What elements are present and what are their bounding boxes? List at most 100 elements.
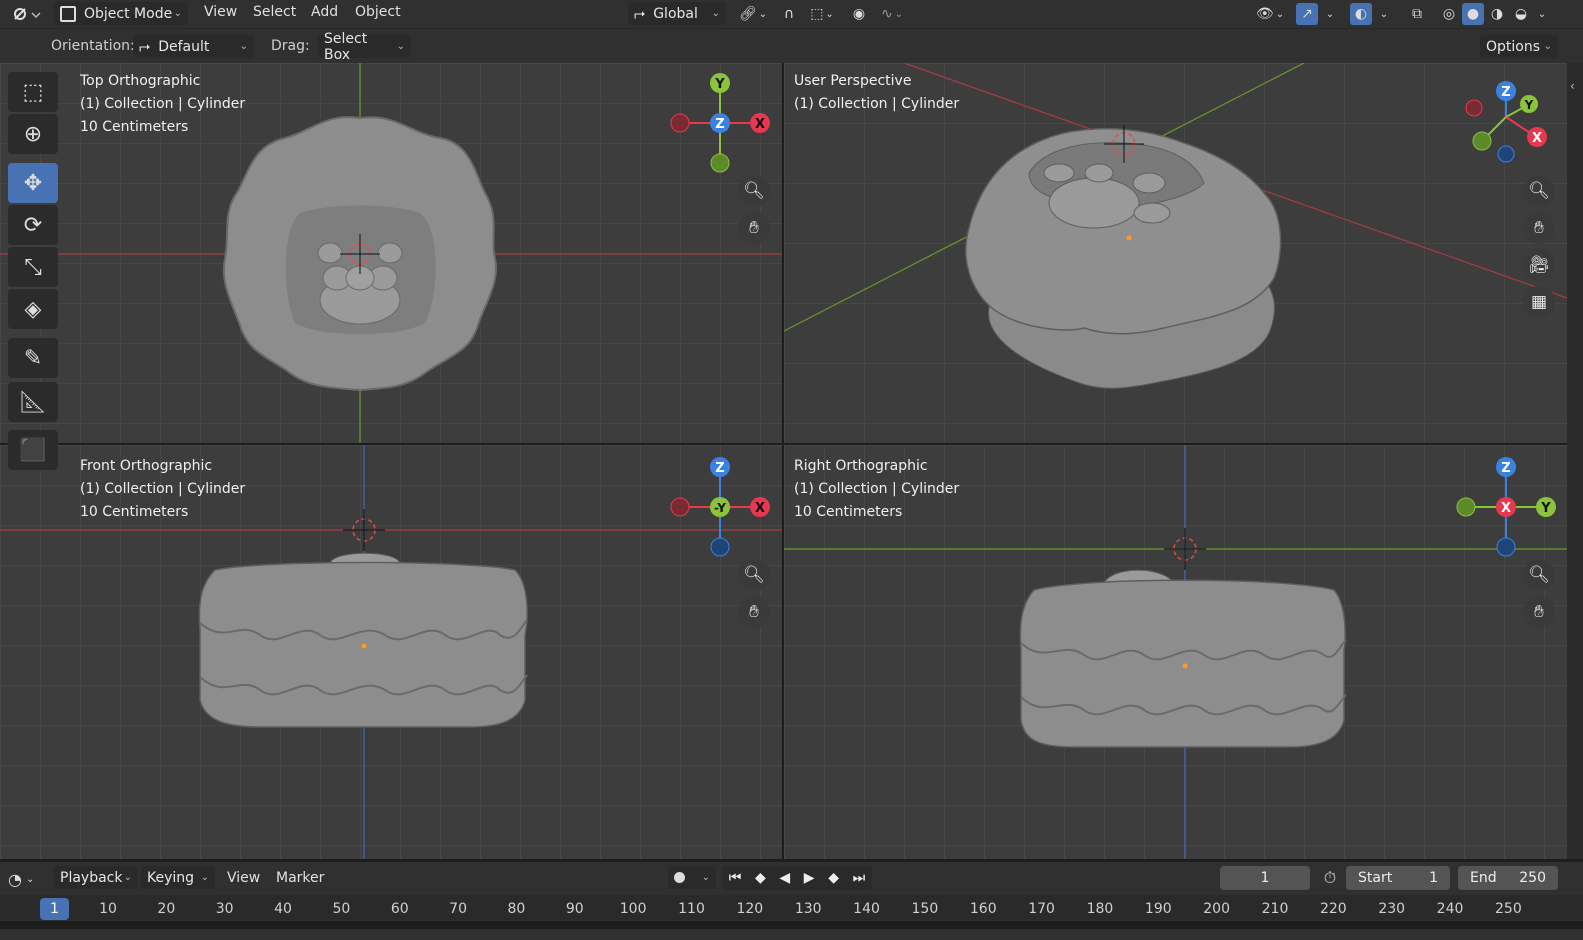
ruler-tick: 130 [794, 901, 822, 917]
zoom-icon[interactable]: 🔍︎ [1523, 559, 1555, 591]
playback-controls: ⏮︎ ◆︎ ◀︎ ▶︎ ◆︎ ⏭︎ [722, 866, 872, 890]
auto-keying-button[interactable]: ⌄ [668, 866, 716, 889]
jump-end-icon[interactable]: ⏭︎ [853, 870, 866, 886]
ruler-tick: 200 [1203, 901, 1231, 917]
solid-shading-icon[interactable]: ● [1462, 3, 1484, 25]
wireframe-shading-icon[interactable]: ◎ [1438, 3, 1460, 25]
current-frame-field[interactable]: 1 [1220, 866, 1310, 890]
xray-icon[interactable]: ⧉ [1406, 3, 1428, 25]
chevron-left-icon[interactable]: ‹ [1570, 79, 1575, 93]
menu-object[interactable]: Object [355, 4, 401, 20]
jump-start-icon[interactable]: ⏮︎ [729, 870, 742, 886]
prev-keyframe-icon[interactable]: ◆︎ [755, 870, 766, 886]
falloff-icon[interactable]: ∿ ⌄ [874, 3, 910, 25]
rotate-icon[interactable]: ⟳ [8, 205, 58, 245]
viewport-title: Front Orthographic [80, 458, 213, 474]
gizmo-up-label: Z [715, 461, 724, 476]
ruler-tick: 140 [853, 901, 880, 917]
pivot-icon[interactable]: 🔗︎ ⌄ [734, 3, 772, 25]
viewport-scale: 10 Centimeters [794, 504, 903, 520]
start-frame-field[interactable]: Start 1 [1346, 866, 1450, 890]
overlay-icon[interactable]: ◐ [1350, 3, 1372, 25]
zoom-icon[interactable]: 🔍︎ [738, 175, 770, 207]
snap-icon[interactable]: ∩ [778, 3, 800, 25]
mode-dropdown[interactable]: Object Mode ⌄ [54, 2, 188, 25]
rendered-shading-icon[interactable]: ◒ [1510, 3, 1532, 25]
frame-ruler[interactable]: 1 10 20 30 40 50 60 70 80 90 100 110 120 130 140 150 16… [0, 895, 1583, 929]
pan-hand-icon[interactable]: ✋︎ [738, 596, 770, 628]
gizmo-dropdown-icon[interactable]: ⌄ [1322, 3, 1338, 25]
playhead-frame[interactable]: 1 [40, 898, 69, 920]
viewport-scale: 10 Centimeters [80, 504, 189, 520]
perspective-toggle-icon[interactable]: ▦ [1523, 286, 1555, 318]
start-value: 1 [1429, 870, 1438, 886]
sidebar-toggle-strip[interactable]: ‹ [1567, 63, 1583, 859]
cursor-icon[interactable]: ⊕ [8, 114, 58, 154]
timeline-menu-marker[interactable]: Marker [276, 870, 324, 886]
ruler-tick: 50 [332, 901, 351, 917]
material-shading-icon[interactable]: ◑ [1486, 3, 1508, 25]
viewport-front-ortho[interactable]: Front Orthographic (1) Collection | Cyli… [0, 445, 782, 859]
playback-menu[interactable]: Playback ⌄ [54, 866, 138, 889]
options-dropdown[interactable]: Options ⌄ [1480, 35, 1558, 58]
gizmo-center-label: X [1501, 501, 1511, 516]
chevron-down-icon: ⌄ [173, 8, 182, 19]
drag-dropdown[interactable]: Select Box ⌄ [318, 31, 411, 63]
zoom-icon[interactable]: 🔍︎ [738, 559, 770, 591]
annotate-icon[interactable]: ✎ [8, 338, 58, 378]
mode-label: Object Mode [84, 5, 173, 22]
measure-icon[interactable]: 📐︎ [8, 382, 58, 422]
chevron-down-icon: ⌄ [123, 872, 132, 883]
transform-orientation-dropdown[interactable]: ⮣ Global ⌄ [628, 2, 726, 25]
viewport-title: Right Orthographic [794, 458, 928, 474]
keying-menu[interactable]: Keying ⌄ [141, 866, 215, 889]
viewport-user-perspective[interactable]: User Perspective (1) Collection | Cylind… [784, 63, 1567, 443]
header-bar: Object Mode ⌄ View Select Add Object ⮣ G… [0, 0, 1583, 29]
ruler-tick: 70 [449, 901, 468, 917]
ruler-tick: 80 [507, 901, 526, 917]
editor-type-icon[interactable] [6, 3, 46, 25]
viewport-top-ortho[interactable]: Top Orthographic (1) Collection | Cylind… [0, 63, 782, 443]
viewport-right-ortho[interactable]: Right Orthographic (1) Collection | Cyli… [784, 445, 1567, 859]
gizmo-icon[interactable]: ↗ [1296, 3, 1318, 25]
overlay-dropdown-icon[interactable]: ⌄ [1376, 3, 1392, 25]
zoom-icon[interactable]: 🔍︎ [1523, 175, 1555, 207]
add-cube-icon[interactable]: ⬛ [8, 430, 58, 470]
stopwatch-icon[interactable]: ⏱︎ [1318, 867, 1342, 889]
menu-add[interactable]: Add [311, 4, 338, 20]
pan-hand-icon[interactable]: ✋︎ [1523, 596, 1555, 628]
navigation-gizmo[interactable]: Y X Z [668, 71, 778, 181]
navigation-gizmo[interactable]: Z Y X [1454, 455, 1564, 565]
gizmo-center-label: -Y [714, 501, 726, 515]
camera-view-icon[interactable]: 🎥︎ [1523, 249, 1555, 281]
orientation-dropdown[interactable]: ⮣ Default ⌄ [133, 35, 254, 58]
ruler-tick: 210 [1261, 901, 1289, 917]
timeline-editor-type-icon[interactable]: ◔ ⌄ [8, 867, 48, 891]
timeline-scrollbar[interactable] [0, 921, 1583, 929]
ruler-tick: 220 [1319, 901, 1347, 917]
next-keyframe-icon[interactable]: ◆︎ [828, 870, 839, 886]
transform-icon[interactable]: ◈ [8, 289, 58, 329]
ruler-tick: 160 [969, 901, 997, 917]
shading-dropdown-icon[interactable]: ⌄ [1534, 3, 1550, 25]
menu-view[interactable]: View [204, 4, 237, 20]
keying-label: Keying [147, 869, 195, 886]
pan-hand-icon[interactable]: ✋︎ [1523, 212, 1555, 244]
chevron-down-icon: ⌄ [1543, 41, 1552, 52]
tool-settings-bar: Orientation: ⮣ Default ⌄ Drag: Select Bo… [0, 29, 1583, 63]
scale-icon[interactable]: ⤡ [8, 247, 58, 287]
navigation-gizmo[interactable]: Z Y X [1464, 77, 1554, 167]
end-frame-field[interactable]: End 250 [1458, 866, 1558, 890]
menu-select[interactable]: Select [253, 4, 296, 20]
play-reverse-icon[interactable]: ◀︎ [779, 870, 790, 886]
proportional-edit-icon[interactable]: ◉ [848, 3, 870, 25]
navigation-gizmo[interactable]: Z X -Y [668, 455, 778, 565]
timeline-menu-view[interactable]: View [227, 870, 260, 886]
visibility-icon[interactable]: 👁︎ ⌄ [1252, 3, 1288, 25]
snap-target-icon[interactable]: ⬚ ⌄ [804, 3, 840, 25]
pan-hand-icon[interactable]: ✋︎ [738, 212, 770, 244]
play-icon[interactable]: ▶︎ [804, 870, 815, 886]
3d-cursor-icon [343, 509, 385, 551]
select-box-icon[interactable]: ⬚ [8, 72, 58, 112]
move-icon[interactable]: ✥ [8, 163, 58, 203]
